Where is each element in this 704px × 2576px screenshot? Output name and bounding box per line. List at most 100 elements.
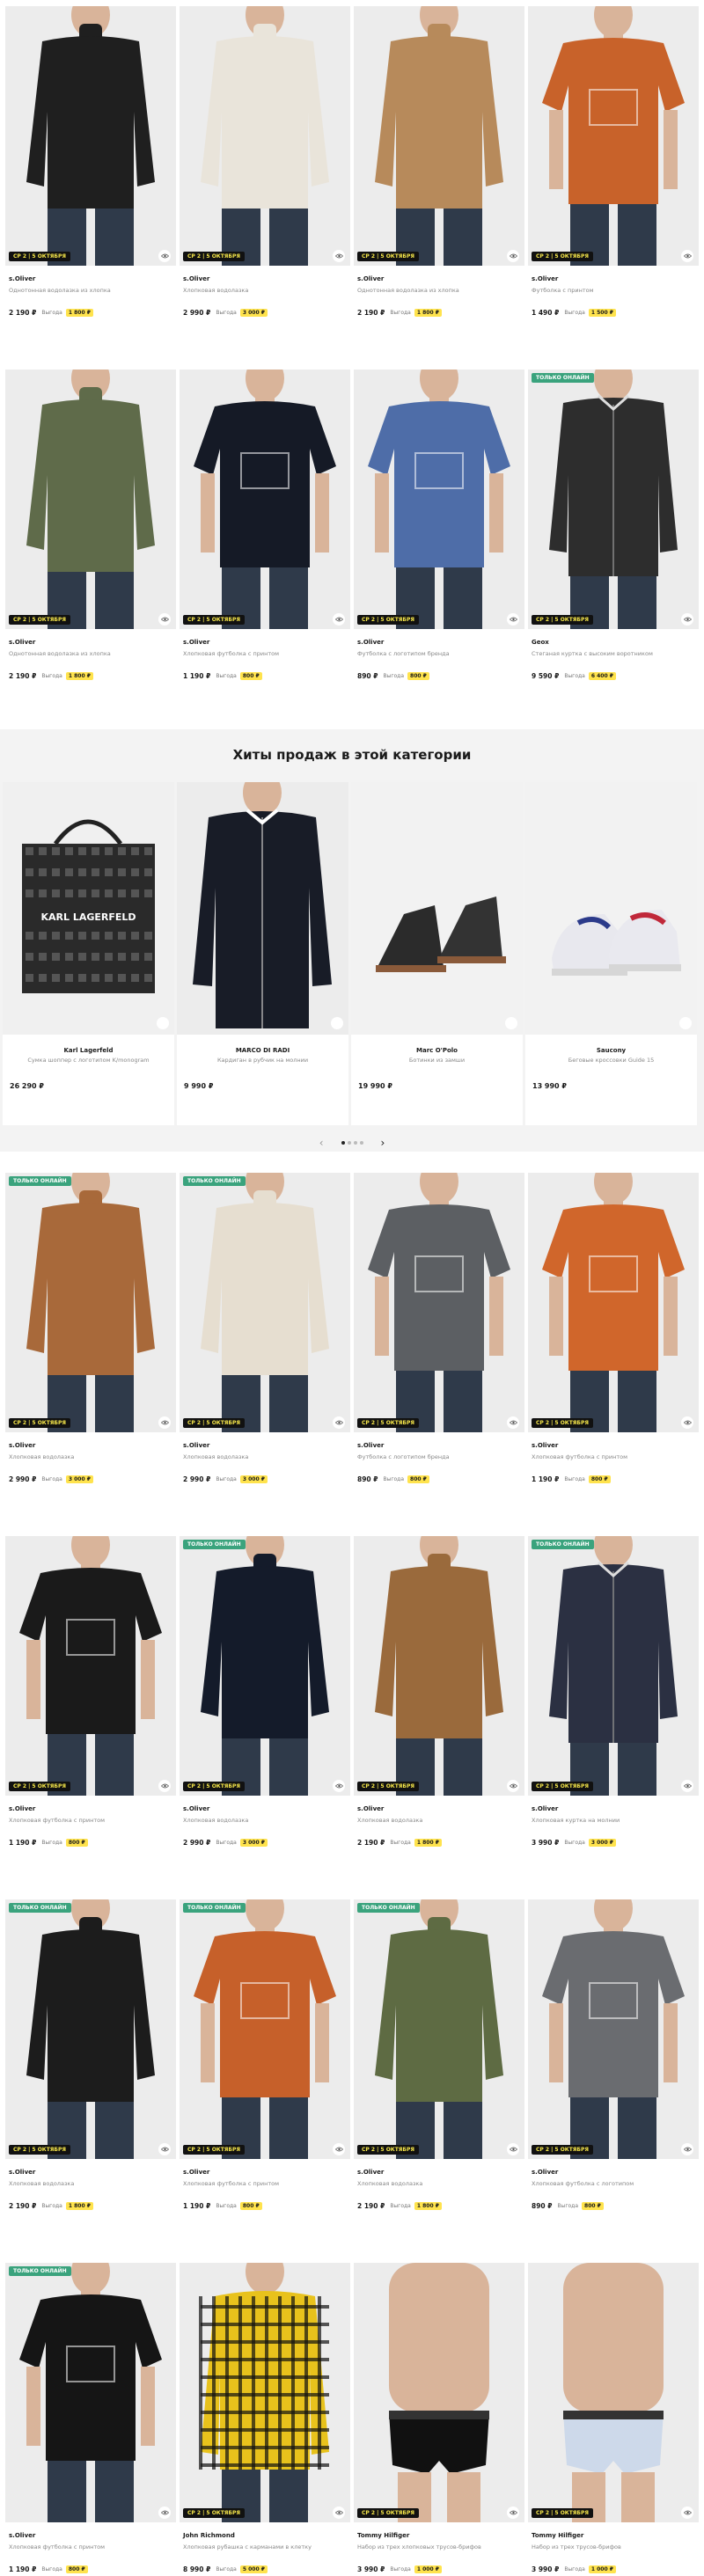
product-image[interactable]: ТОЛЬКО ОНЛАЙН СР 2 | 5 ОКТЯБРЯ bbox=[528, 1536, 699, 1796]
product-name[interactable]: Хлопковая футболка с принтом bbox=[180, 2180, 350, 2188]
product-brand[interactable]: s.Oliver bbox=[5, 1442, 176, 1451]
bestseller-card[interactable]: KARL LAGERFELD Karl Lagerfeld Сумка шопп… bbox=[3, 782, 174, 1125]
pager-dot[interactable] bbox=[359, 1141, 363, 1145]
product-card[interactable]: СР 2 | 5 ОКТЯБРЯ s.Oliver Футболка с лог… bbox=[354, 1173, 524, 1536]
product-card[interactable]: ТОЛЬКО ОНЛАЙН СР 2 | 5 ОКТЯБРЯ s.Oliver … bbox=[528, 1536, 699, 1899]
pager-dot[interactable] bbox=[353, 1141, 357, 1145]
bestseller-card[interactable]: Marc O'Polo Ботинки из замши 19 990 ₽ bbox=[351, 782, 523, 1125]
product-name[interactable]: Хлопковая водолазка bbox=[180, 287, 350, 295]
eye-icon[interactable] bbox=[333, 1780, 345, 1792]
product-card[interactable]: СР 2 | 5 ОКТЯБРЯ Tommy Hilfiger Набор из… bbox=[354, 2263, 524, 2576]
product-card[interactable]: СР 2 | 5 ОКТЯБРЯ John Richmond Хлопковая… bbox=[180, 2263, 350, 2576]
eye-icon[interactable] bbox=[333, 1416, 345, 1429]
product-card[interactable]: СР 2 | 5 ОКТЯБРЯ s.Oliver Хлопковая футб… bbox=[528, 1173, 699, 1536]
eye-icon[interactable] bbox=[158, 2506, 171, 2519]
product-image[interactable]: СР 2 | 5 ОКТЯБРЯ bbox=[528, 1173, 699, 1432]
product-image[interactable] bbox=[351, 782, 523, 1035]
product-name[interactable]: Хлопковая водолазка bbox=[180, 1817, 350, 1825]
product-brand[interactable]: s.Oliver bbox=[528, 2169, 699, 2177]
product-image[interactable]: СР 2 | 5 ОКТЯБРЯ bbox=[5, 1536, 176, 1796]
product-brand[interactable]: s.Oliver bbox=[528, 1805, 699, 1814]
eye-icon[interactable] bbox=[158, 613, 171, 626]
product-image[interactable]: ТОЛЬКО ОНЛАЙН СР 2 | 5 ОКТЯБРЯ bbox=[180, 1173, 350, 1432]
eye-icon[interactable] bbox=[333, 613, 345, 626]
product-image[interactable] bbox=[177, 782, 348, 1035]
product-brand[interactable]: s.Oliver bbox=[354, 1442, 524, 1451]
product-card[interactable]: СР 2 | 5 ОКТЯБРЯ Tommy Hilfiger Набор из… bbox=[528, 2263, 699, 2576]
product-name[interactable]: Однотонная водолазка из хлопка bbox=[354, 287, 524, 295]
product-name[interactable]: Хлопковая водолазка bbox=[180, 1453, 350, 1461]
product-brand[interactable]: Tommy Hilfiger bbox=[354, 2532, 524, 2541]
product-name[interactable]: Хлопковая куртка на молнии bbox=[528, 1817, 699, 1825]
product-brand[interactable]: s.Oliver bbox=[528, 1442, 699, 1451]
product-card[interactable]: ТОЛЬКО ОНЛАЙН СР 2 | 5 ОКТЯБРЯ s.Oliver … bbox=[180, 1173, 350, 1536]
eye-icon[interactable] bbox=[681, 2506, 693, 2519]
eye-icon[interactable] bbox=[333, 250, 345, 262]
eye-icon[interactable] bbox=[157, 1017, 169, 1029]
product-brand[interactable]: Geox bbox=[528, 639, 699, 648]
product-card[interactable]: ТОЛЬКО ОНЛАЙН СР 2 | 5 ОКТЯБРЯ s.Oliver … bbox=[5, 1173, 176, 1536]
product-card[interactable]: СР 2 | 5 ОКТЯБРЯ s.Oliver Однотонная вод… bbox=[5, 370, 176, 733]
product-card[interactable]: ТОЛЬКО ОНЛАЙН s.Oliver Хлопковая футболк… bbox=[5, 2263, 176, 2576]
product-brand[interactable]: s.Oliver bbox=[5, 1805, 176, 1814]
product-brand[interactable]: s.Oliver bbox=[354, 639, 524, 648]
product-image[interactable]: СР 2 | 5 ОКТЯБРЯ bbox=[528, 1899, 699, 2159]
product-card[interactable]: ТОЛЬКО ОНЛАЙН СР 2 | 5 ОКТЯБРЯ s.Oliver … bbox=[180, 1536, 350, 1899]
eye-icon[interactable] bbox=[331, 1017, 343, 1029]
eye-icon[interactable] bbox=[507, 250, 519, 262]
product-image[interactable]: ТОЛЬКО ОНЛАЙН СР 2 | 5 ОКТЯБРЯ bbox=[180, 1899, 350, 2159]
chevron-right-icon[interactable]: › bbox=[381, 1137, 385, 1149]
product-image[interactable]: СР 2 | 5 ОКТЯБРЯ bbox=[354, 370, 524, 629]
product-card[interactable]: СР 2 | 5 ОКТЯБРЯ s.Oliver Футболка с при… bbox=[528, 6, 699, 370]
product-name[interactable]: Хлопковая рубашка с карманами в клетку bbox=[180, 2543, 350, 2551]
pager-dot[interactable] bbox=[347, 1141, 351, 1145]
product-brand[interactable]: s.Oliver bbox=[180, 1805, 350, 1814]
chevron-left-icon[interactable]: ‹ bbox=[319, 1137, 324, 1149]
product-name[interactable]: Хлопковая водолазка bbox=[354, 1817, 524, 1825]
product-name[interactable]: Хлопковая футболка с принтом bbox=[5, 2543, 176, 2551]
product-brand[interactable]: s.Oliver bbox=[180, 1442, 350, 1451]
eye-icon[interactable] bbox=[158, 1416, 171, 1429]
product-name[interactable]: Стеганая куртка с высоким воротником bbox=[528, 650, 699, 658]
eye-icon[interactable] bbox=[158, 1780, 171, 1792]
product-name[interactable]: Кардиган в рубчик на молнии bbox=[177, 1057, 348, 1064]
eye-icon[interactable] bbox=[507, 2143, 519, 2155]
product-image[interactable]: СР 2 | 5 ОКТЯБРЯ bbox=[354, 2263, 524, 2522]
product-card[interactable]: СР 2 | 5 ОКТЯБРЯ s.Oliver Хлопковая водо… bbox=[180, 6, 350, 370]
product-brand[interactable]: Marc O'Polo bbox=[351, 1047, 523, 1054]
eye-icon[interactable] bbox=[681, 2143, 693, 2155]
eye-icon[interactable] bbox=[507, 2506, 519, 2519]
product-brand[interactable]: s.Oliver bbox=[528, 275, 699, 284]
eye-icon[interactable] bbox=[681, 613, 693, 626]
product-brand[interactable]: s.Oliver bbox=[5, 275, 176, 284]
product-name[interactable]: Хлопковая водолазка bbox=[5, 1453, 176, 1461]
product-brand[interactable]: s.Oliver bbox=[180, 275, 350, 284]
product-name[interactable]: Набор из трех хлопковых трусов-брифов bbox=[354, 2543, 524, 2551]
product-card[interactable]: СР 2 | 5 ОКТЯБРЯ s.Oliver Однотонная вод… bbox=[5, 6, 176, 370]
eye-icon[interactable] bbox=[158, 2143, 171, 2155]
product-card[interactable]: СР 2 | 5 ОКТЯБРЯ s.Oliver Хлопковая футб… bbox=[5, 1536, 176, 1899]
product-card[interactable]: ТОЛЬКО ОНЛАЙН СР 2 | 5 ОКТЯБРЯ s.Oliver … bbox=[354, 1899, 524, 2263]
product-name[interactable]: Набор из трех трусов-брифов bbox=[528, 2543, 699, 2551]
product-image[interactable]: ТОЛЬКО ОНЛАЙН СР 2 | 5 ОКТЯБРЯ bbox=[5, 1173, 176, 1432]
product-brand[interactable]: s.Oliver bbox=[180, 639, 350, 648]
product-name[interactable]: Сумка шоппер с логотипом K/monogram bbox=[3, 1057, 174, 1064]
bestseller-card[interactable]: Saucony Беговые кроссовки Guide 15 13 99… bbox=[525, 782, 697, 1125]
product-name[interactable]: Беговые кроссовки Guide 15 bbox=[525, 1057, 697, 1064]
product-card[interactable]: ТОЛЬКО ОНЛАЙН СР 2 | 5 ОКТЯБРЯ s.Oliver … bbox=[5, 1899, 176, 2263]
product-name[interactable]: Хлопковая водолазка bbox=[354, 2180, 524, 2188]
product-brand[interactable]: s.Oliver bbox=[354, 275, 524, 284]
eye-icon[interactable] bbox=[507, 613, 519, 626]
eye-icon[interactable] bbox=[507, 1416, 519, 1429]
product-name[interactable]: Хлопковая футболка с логотипом bbox=[528, 2180, 699, 2188]
product-brand[interactable]: MARCO DI RADI bbox=[177, 1047, 348, 1054]
product-image[interactable]: СР 2 | 5 ОКТЯБРЯ bbox=[354, 6, 524, 266]
product-name[interactable]: Хлопковая футболка с принтом bbox=[180, 650, 350, 658]
product-name[interactable]: Однотонная водолазка из хлопка bbox=[5, 650, 176, 658]
product-card[interactable]: СР 2 | 5 ОКТЯБРЯ s.Oliver Футболка с лог… bbox=[354, 370, 524, 733]
product-name[interactable]: Однотонная водолазка из хлопка bbox=[5, 287, 176, 295]
product-name[interactable]: Футболка с принтом bbox=[528, 287, 699, 295]
eye-icon[interactable] bbox=[681, 250, 693, 262]
product-image[interactable]: СР 2 | 5 ОКТЯБРЯ bbox=[354, 1173, 524, 1432]
eye-icon[interactable] bbox=[333, 2143, 345, 2155]
